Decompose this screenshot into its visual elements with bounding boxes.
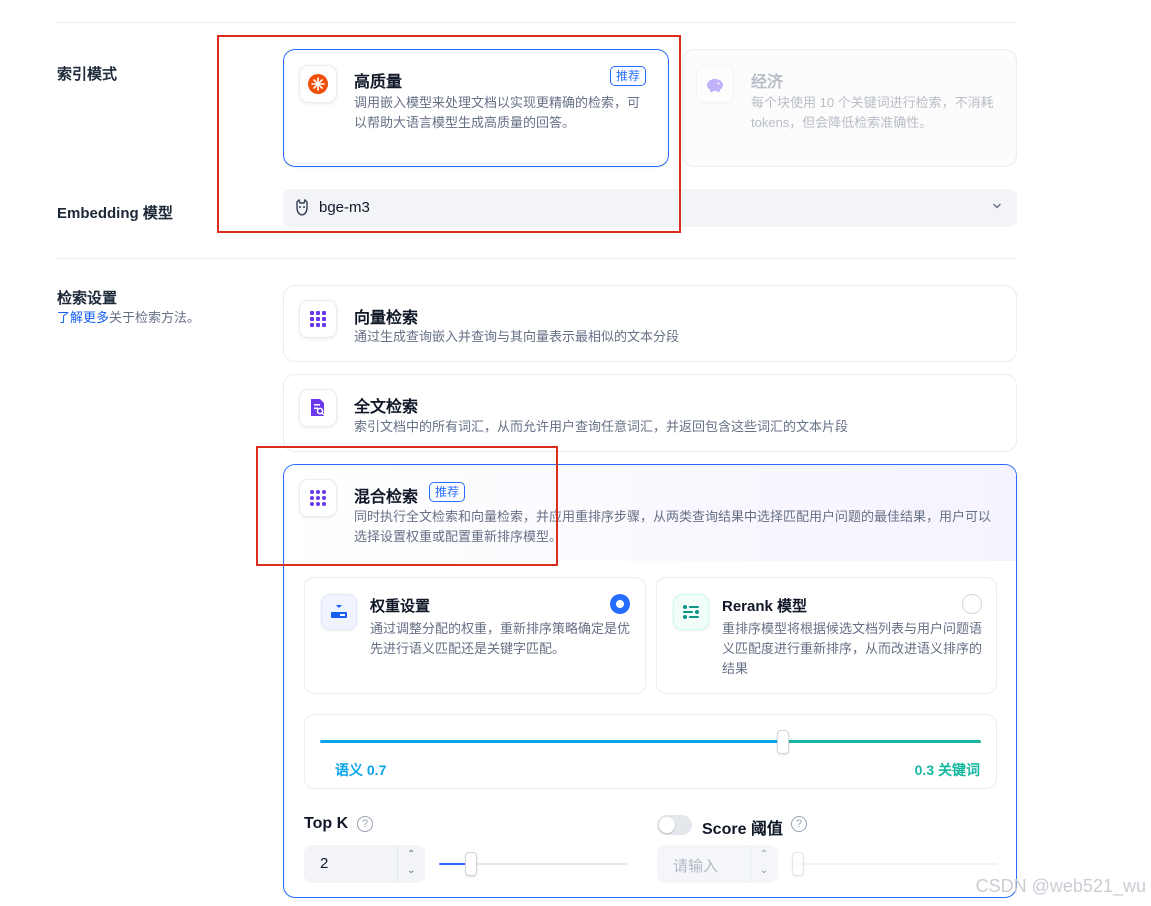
- economy-title: 经济: [751, 74, 784, 91]
- score-stepper[interactable]: ⌃ ⌄: [750, 845, 778, 883]
- vector-search-description: 通过生成查询嵌入并查询与其向量表示最相似的文本分段: [354, 329, 680, 344]
- piggy-bank-icon: [696, 65, 734, 103]
- keyword-weight-label: 0.3 关键词: [914, 762, 980, 778]
- semantic-weight-label: 语义 0.7: [335, 762, 387, 778]
- weight-slider-panel: 语义 0.7 0.3 关键词: [304, 714, 997, 789]
- rerank-model-option[interactable]: Rerank 模型 重排序模型将根据候选文档列表与用户问题语义匹配度进行重新排序…: [656, 577, 997, 694]
- hybrid-search-title: 混合检索: [354, 489, 419, 506]
- grid-dots-icon: [299, 300, 337, 338]
- top-divider: [57, 22, 1017, 23]
- rerank-model-title: Rerank 模型: [722, 598, 808, 615]
- score-slider-track: [792, 863, 997, 865]
- top-k-input[interactable]: 2 ⌃ ⌄: [304, 845, 425, 883]
- high-quality-option[interactable]: 高质量 推荐 调用嵌入模型来处理文档以实现更精确的检索，可以帮助大语言模型生成高…: [283, 49, 669, 167]
- top-k-label: Top K: [304, 815, 349, 832]
- score-threshold-placeholder: 请输入: [673, 858, 719, 875]
- increment-icon[interactable]: ⌃: [760, 849, 768, 860]
- rerank-model-radio[interactable]: [962, 594, 982, 614]
- score-threshold-input[interactable]: 请输入 ⌃ ⌄: [657, 845, 778, 883]
- weight-slider-handle[interactable]: [777, 730, 789, 754]
- grid-dots-icon: [299, 479, 337, 517]
- help-circle-icon[interactable]: ?: [791, 816, 807, 832]
- score-threshold-toggle[interactable]: [657, 815, 692, 835]
- learn-more-suffix: 关于检索方法。: [109, 310, 201, 325]
- hybrid-search-description: 同时执行全文检索和向量检索，并应用重排序步骤，从两类查询结果中选择匹配用户问题的…: [354, 509, 992, 544]
- fulltext-search-option[interactable]: 全文检索 索引文档中的所有词汇，从而允许用户查询任意词汇，并返回包含这些词汇的文…: [283, 374, 1017, 452]
- weight-settings-description: 通过调整分配的权重，重新排序策略确定是优先进行语义匹配还是关键字匹配。: [370, 621, 631, 656]
- weight-balance-icon: [321, 594, 357, 630]
- weight-settings-radio[interactable]: [610, 594, 630, 614]
- rerank-model-description: 重排序模型将根据候选文档列表与用户问题语义匹配度进行重新排序，从而改进语义排序的…: [722, 621, 983, 676]
- section-divider: [57, 258, 1017, 259]
- help-circle-icon[interactable]: ?: [357, 816, 373, 832]
- fulltext-search-title: 全文检索: [354, 399, 419, 416]
- model-provider-icon: [293, 198, 311, 222]
- learn-more-link[interactable]: 了解更多: [57, 310, 109, 325]
- selected-model-name: bge-m3: [319, 199, 370, 216]
- embedding-model-label: Embedding 模型: [57, 205, 173, 222]
- vector-search-option[interactable]: 向量检索 通过生成查询嵌入并查询与其向量表示最相似的文本分段: [283, 285, 1017, 362]
- chevron-down-icon: [991, 199, 1003, 217]
- semantic-weight-track: [320, 740, 783, 743]
- fulltext-search-description: 索引文档中的所有词汇，从而允许用户查询任意词汇，并返回包含这些词汇的文本片段: [354, 419, 849, 434]
- watermark-text: CSDN @web521_wu: [975, 876, 1146, 896]
- learn-more-text: 了解更多关于检索方法。: [57, 307, 200, 326]
- document-search-icon: [299, 389, 337, 427]
- embedding-model-select[interactable]: bge-m3: [283, 189, 1017, 227]
- retrieval-settings-label: 检索设置: [57, 290, 118, 307]
- economy-option[interactable]: 经济 每个块使用 10 个关键词进行检索，不消耗 tokens，但会降低检索准确…: [682, 49, 1017, 167]
- high-quality-description: 调用嵌入模型来处理文档以实现更精确的检索，可以帮助大语言模型生成高质量的回答。: [354, 95, 641, 130]
- economy-description: 每个块使用 10 个关键词进行检索，不消耗 tokens，但会降低检索准确性。: [751, 95, 994, 130]
- vector-search-title: 向量检索: [354, 310, 419, 327]
- keyword-weight-track: [783, 740, 981, 743]
- decrement-icon[interactable]: ⌄: [407, 865, 415, 876]
- recommended-badge: 推荐: [429, 482, 466, 502]
- top-k-stepper[interactable]: ⌃ ⌄: [397, 845, 425, 883]
- index-mode-label: 索引模式: [57, 66, 118, 83]
- high-quality-title: 高质量: [354, 74, 403, 91]
- score-slider-handle: [792, 852, 804, 876]
- decrement-icon[interactable]: ⌄: [760, 865, 768, 876]
- top-k-value: 2: [320, 855, 329, 872]
- weight-settings-title: 权重设置: [370, 598, 431, 615]
- weight-settings-option[interactable]: 权重设置 通过调整分配的权重，重新排序策略确定是优先进行语义匹配还是关键字匹配。: [304, 577, 646, 694]
- score-threshold-label: Score 阈值: [702, 821, 783, 838]
- high-quality-icon: [299, 65, 337, 103]
- top-k-slider-handle[interactable]: [465, 852, 477, 876]
- increment-icon[interactable]: ⌃: [407, 849, 415, 860]
- hybrid-search-option[interactable]: 混合检索 推荐 同时执行全文检索和向量检索，并应用重排序步骤，从两类查询结果中选…: [283, 464, 1017, 898]
- rerank-sliders-icon: [673, 594, 709, 630]
- recommended-badge: 推荐: [610, 66, 647, 86]
